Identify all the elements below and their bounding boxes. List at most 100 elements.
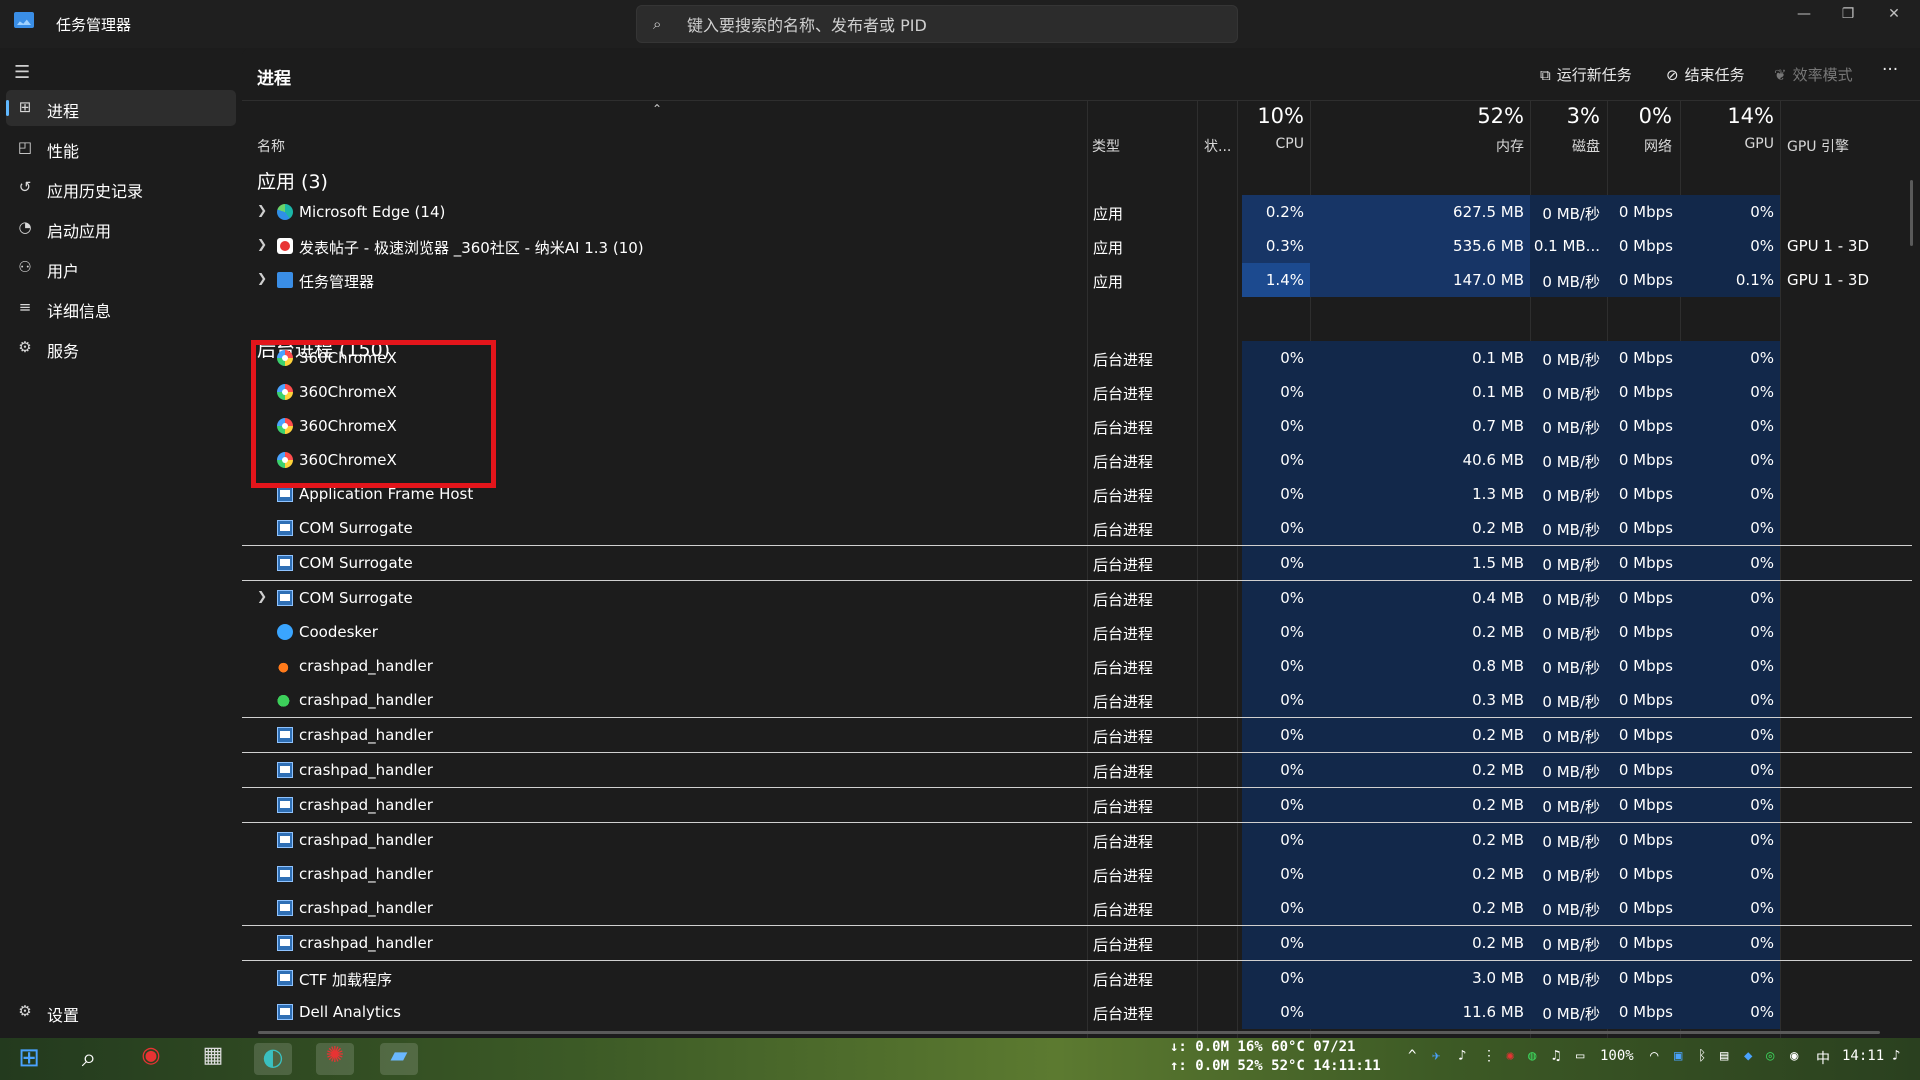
tray-app-icon[interactable]: ✈ <box>1432 1048 1440 1064</box>
cpu-value: 1.4% <box>1265 271 1304 289</box>
menu-icon[interactable]: ☰ <box>14 62 30 83</box>
volume-icon[interactable]: ♫ <box>1552 1048 1560 1064</box>
gpu-total[interactable]: 14% <box>1702 104 1774 128</box>
table-row[interactable]: crashpad_handler 后台进程 0% 0.2 MB 0 MB/秒 0 Mbps… <box>242 823 1912 857</box>
memory-total[interactable]: 52% <box>1442 104 1524 128</box>
tray-app-icon[interactable]: ✺ <box>1506 1048 1514 1064</box>
wifi-icon[interactable]: ◠ <box>1650 1048 1658 1064</box>
crashpad-icon <box>277 832 293 848</box>
table-row[interactable]: CTF 加载程序 后台进程 0% 3.0 MB 0 MB/秒 0 Mbps 0% <box>242 961 1912 995</box>
column-network[interactable]: 网络 <box>1612 136 1672 156</box>
efficiency-mode-button[interactable]: ❦ 效率模式 <box>1774 64 1853 85</box>
tray-app-icon[interactable]: ◍ <box>1528 1048 1536 1064</box>
gpu-value: 0% <box>1750 761 1774 779</box>
expand-chevron-icon[interactable]: ❯ <box>257 271 267 285</box>
expand-chevron-icon[interactable]: ❯ <box>257 589 267 603</box>
start-icon[interactable]: ⊞ <box>10 1043 48 1075</box>
more-options-button[interactable]: ··· <box>1882 60 1898 80</box>
task-manager-taskbar-icon[interactable]: ▰ <box>380 1043 418 1075</box>
crashpad-icon <box>277 866 293 882</box>
gpu-value: 0% <box>1750 417 1774 435</box>
tray-app-icon[interactable]: ♪ <box>1458 1048 1466 1064</box>
table-row[interactable]: crashpad_handler 后台进程 0% 0.2 MB 0 MB/秒 0 Mbps… <box>242 788 1912 822</box>
table-row[interactable]: Coodesker 后台进程 0% 0.2 MB 0 MB/秒 0 Mbps 0% <box>242 615 1912 649</box>
window-app-icon <box>277 520 293 536</box>
memory-value: 0.1 MB <box>1472 349 1524 367</box>
table-row[interactable]: Dell Analytics 后台进程 0% 11.6 MB 0 MB/秒 0 Mbps 0… <box>242 995 1912 1029</box>
table-row[interactable]: crashpad_handler 后台进程 0% 0.2 MB 0 MB/秒 0 Mbps… <box>242 926 1912 960</box>
column-cpu[interactable]: CPU <box>1242 136 1304 152</box>
column-type[interactable]: 类型 <box>1092 136 1120 156</box>
memory-value: 1.3 MB <box>1472 485 1524 503</box>
table-row[interactable]: ❯ COM Surrogate 后台进程 0% 0.4 MB 0 MB/秒 0 Mbps 0% <box>242 581 1912 615</box>
cpu-value: 0% <box>1280 623 1304 641</box>
search-box[interactable]: ⌕ <box>636 5 1238 44</box>
column-gpu-engine[interactable]: GPU 引擎 <box>1787 136 1849 156</box>
sidebar-item-startup-apps[interactable]: ◔ 启动应用 <box>6 210 236 246</box>
tray-overflow-icon[interactable]: ^ <box>1408 1048 1416 1064</box>
gpu-value: 0% <box>1750 349 1774 367</box>
expand-chevron-icon[interactable]: ❯ <box>257 237 267 251</box>
tray-app-icon[interactable]: ▤ <box>1720 1048 1728 1064</box>
tray-app-icon[interactable]: ◉ <box>1790 1048 1798 1064</box>
sidebar-item-users[interactable]: ⚇ 用户 <box>6 250 236 286</box>
crashpad-icon <box>277 935 293 951</box>
column-name[interactable]: 名称 <box>257 136 285 156</box>
tray-app-icon[interactable]: ▣ <box>1674 1048 1682 1064</box>
sidebar-item-settings[interactable]: ⚙ 设置 <box>6 994 236 1030</box>
sidebar-item-services[interactable]: ⚙ 服务 <box>6 330 236 366</box>
browser-360-taskbar-icon[interactable]: ✺ <box>316 1043 354 1075</box>
security-app-icon[interactable]: ◉ <box>132 1043 170 1075</box>
annotation-highlight-box <box>251 340 496 488</box>
column-status[interactable]: 状... <box>1204 136 1231 156</box>
vertical-scrollbar[interactable] <box>1910 180 1913 246</box>
tray-app-icon[interactable]: ◆ <box>1744 1048 1752 1064</box>
disk-total[interactable]: 3% <box>1542 104 1600 128</box>
table-row[interactable]: ❯ 任务管理器 应用 1.4% 147.0 MB 0 MB/秒 0 Mbps 0.1% GPU … <box>242 263 1912 297</box>
input-method-indicator[interactable]: 中 <box>1816 1048 1830 1068</box>
memory-value: 0.2 MB <box>1472 796 1524 814</box>
table-row[interactable]: ❯ 发表帖子 - 极速浏览器 _360社区 - 纳米AI 1.3 (10) 应用 0.… <box>242 229 1912 263</box>
sidebar-item-details[interactable]: ≡ 详细信息 <box>6 290 236 326</box>
disk-value: 0 MB/秒 <box>1542 419 1600 437</box>
table-row[interactable]: COM Surrogate 后台进程 0% 0.2 MB 0 MB/秒 0 Mbps 0% <box>242 511 1912 545</box>
clock[interactable]: 14:11 <box>1842 1048 1884 1064</box>
table-row[interactable]: ❯ Microsoft Edge (14) 应用 0.2% 627.5 MB 0 MB/秒… <box>242 195 1912 229</box>
cpu-value: 0% <box>1280 691 1304 709</box>
sidebar-item-processes[interactable]: ⊞ 进程 <box>6 90 236 126</box>
table-row[interactable]: COM Surrogate 后台进程 0% 1.5 MB 0 MB/秒 0 Mbps 0% <box>242 546 1912 580</box>
table-row[interactable]: crashpad_handler 后台进程 0% 0.2 MB 0 MB/秒 0 Mbps… <box>242 718 1912 752</box>
run-new-task-button[interactable]: ⧉ 运行新任务 <box>1540 64 1632 85</box>
end-task-button[interactable]: ⊘ 结束任务 <box>1666 64 1745 85</box>
wechat-icon[interactable]: ◎ <box>1766 1048 1774 1064</box>
column-memory[interactable]: 内存 <box>1442 136 1524 156</box>
table-row[interactable]: crashpad_handler 后台进程 0% 0.2 MB 0 MB/秒 0 Mbps… <box>242 753 1912 787</box>
tray-app-icon[interactable]: ⋮ <box>1482 1048 1496 1064</box>
app-icon[interactable]: ▦ <box>194 1043 232 1075</box>
minimize-button[interactable]: — <box>1784 6 1824 22</box>
search-taskbar-icon[interactable]: ⌕ <box>70 1043 108 1075</box>
column-disk[interactable]: 磁盘 <box>1542 136 1600 156</box>
edge-taskbar-icon[interactable]: ◐ <box>254 1043 292 1075</box>
notification-bell-icon[interactable]: ♪ <box>1892 1048 1900 1064</box>
table-row[interactable]: crashpad_handler 后台进程 0% 0.8 MB 0 MB/秒 0 Mbps… <box>242 649 1912 683</box>
restore-button[interactable]: ❐ <box>1828 6 1868 22</box>
expand-chevron-icon[interactable]: ❯ <box>257 203 267 217</box>
network-total[interactable]: 0% <box>1612 104 1672 128</box>
table-row[interactable]: crashpad_handler 后台进程 0% 0.2 MB 0 MB/秒 0 Mbps… <box>242 857 1912 891</box>
cpu-total[interactable]: 10% <box>1242 104 1304 128</box>
disk-value: 0 MB/秒 <box>1542 591 1600 609</box>
horizontal-scrollbar[interactable] <box>258 1031 1880 1034</box>
close-button[interactable]: ✕ <box>1874 6 1914 22</box>
cpu-value: 0% <box>1280 519 1304 537</box>
table-row[interactable]: crashpad_handler 后台进程 0% 0.3 MB 0 MB/秒 0 Mbps… <box>242 683 1912 717</box>
battery-icon[interactable]: ▭ <box>1576 1048 1584 1064</box>
network-value: 0 Mbps <box>1618 796 1673 814</box>
column-gpu[interactable]: GPU <box>1702 136 1774 152</box>
search-input[interactable] <box>685 6 1209 44</box>
edge-icon <box>277 204 293 220</box>
sidebar-item-app-history[interactable]: ↺ 应用历史记录 <box>6 170 236 206</box>
bluetooth-icon[interactable]: ᛒ <box>1698 1048 1706 1064</box>
table-row[interactable]: crashpad_handler 后台进程 0% 0.2 MB 0 MB/秒 0 Mbps… <box>242 891 1912 925</box>
sidebar-item-performance[interactable]: ◰ 性能 <box>6 130 236 166</box>
